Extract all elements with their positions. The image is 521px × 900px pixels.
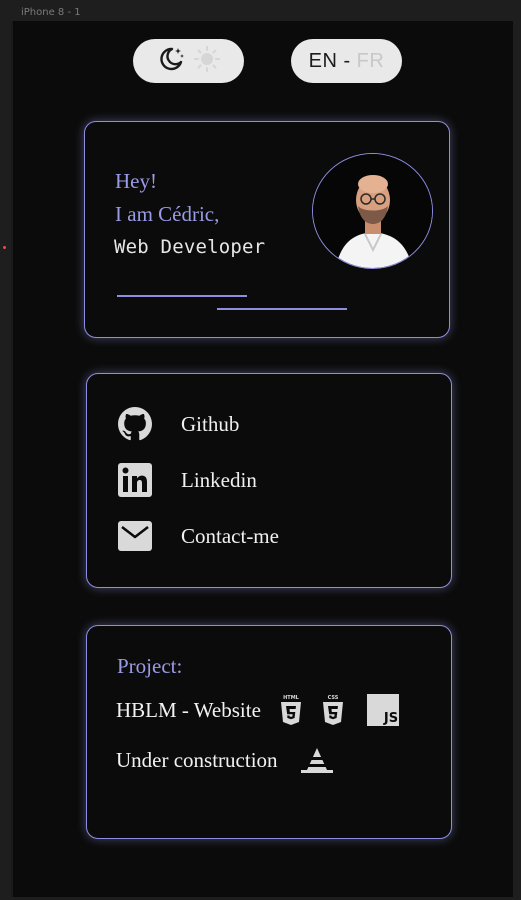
project-item[interactable]: HBLM - Website HTML CSS JS bbox=[116, 694, 399, 726]
intro-name: I am Cédric, bbox=[115, 202, 220, 226]
lang-separator: - bbox=[343, 49, 351, 72]
project-title: Project: bbox=[117, 654, 183, 678]
project-item[interactable]: Under construction bbox=[116, 746, 334, 774]
iphone-artboard: EN - FR Hey! I am Cédric, Web Developer bbox=[11, 21, 513, 897]
mail-icon bbox=[117, 518, 153, 554]
github-link[interactable]: Github bbox=[117, 406, 239, 442]
links-card: Github Linkedin Contact-me bbox=[86, 373, 452, 588]
linkedin-icon bbox=[117, 462, 153, 498]
contact-link[interactable]: Contact-me bbox=[117, 518, 279, 554]
project-card: Project: HBLM - Website HTML CSS JS Unde… bbox=[86, 625, 452, 839]
decorative-underline bbox=[217, 308, 347, 310]
theme-toggle[interactable] bbox=[133, 39, 244, 83]
linkedin-label: Linkedin bbox=[181, 467, 257, 492]
canvas-marker bbox=[3, 246, 6, 249]
github-icon bbox=[117, 406, 153, 442]
contact-label: Contact-me bbox=[181, 523, 279, 548]
js-label: JS bbox=[383, 711, 398, 726]
project-name: HBLM - Website bbox=[116, 697, 261, 722]
linkedin-link[interactable]: Linkedin bbox=[117, 462, 257, 498]
construction-icon bbox=[300, 746, 334, 774]
decorative-underline bbox=[117, 295, 247, 297]
project-status: Under construction bbox=[116, 747, 278, 772]
lang-fr-option[interactable]: FR bbox=[357, 50, 385, 73]
language-toggle[interactable]: EN - FR bbox=[291, 39, 402, 83]
frame-label: iPhone 8 - 1 bbox=[21, 7, 81, 18]
intro-card: Hey! I am Cédric, Web Developer bbox=[84, 121, 450, 338]
lang-en-option[interactable]: EN bbox=[309, 50, 338, 73]
sun-icon bbox=[192, 44, 222, 79]
js-icon: JS bbox=[366, 694, 399, 726]
github-label: Github bbox=[181, 411, 240, 436]
avatar bbox=[312, 153, 433, 269]
css3-icon: CSS bbox=[321, 694, 345, 726]
html5-icon: HTML bbox=[279, 694, 303, 726]
html5-label: HTML bbox=[283, 695, 300, 701]
intro-role: Web Developer bbox=[114, 236, 266, 258]
greeting: Hey! bbox=[115, 169, 157, 193]
moon-icon bbox=[156, 44, 186, 79]
css3-label: CSS bbox=[328, 695, 339, 701]
